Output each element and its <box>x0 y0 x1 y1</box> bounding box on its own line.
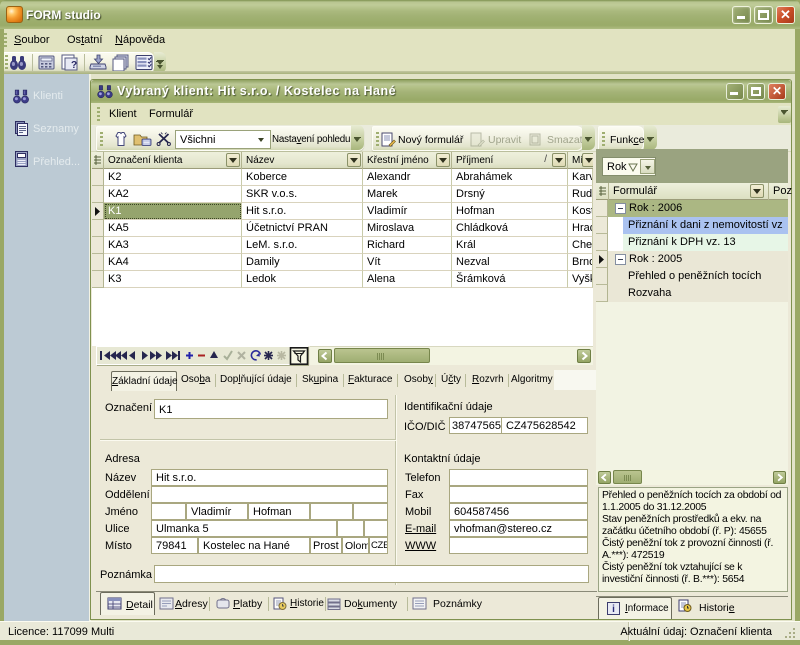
svg-text:?: ? <box>71 60 77 71</box>
